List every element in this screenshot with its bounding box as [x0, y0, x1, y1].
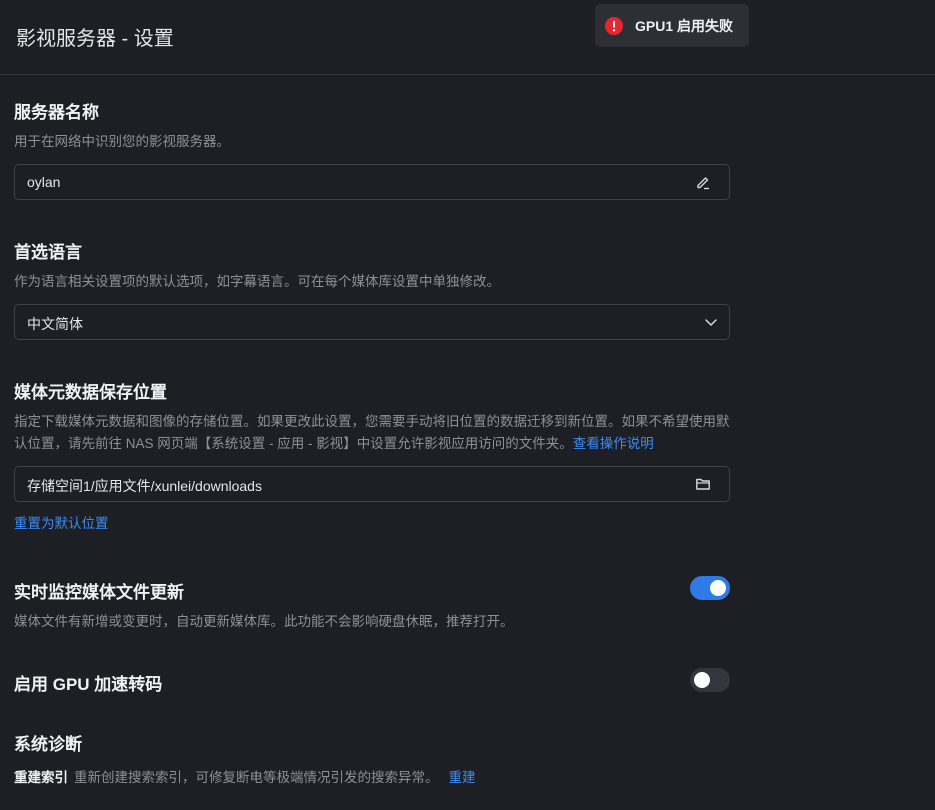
realtime-monitor-description: 媒体文件有新增或变更时，自动更新媒体库。此功能不会影响硬盘休眠，推荐打开。 [14, 614, 514, 629]
error-icon [605, 16, 623, 35]
metadata-path-value: 存储空间1/应用文件/xunlei/downloads [27, 478, 262, 494]
metadata-location-title: 媒体元数据保存位置 [14, 383, 167, 402]
help-link[interactable]: 查看操作说明 [573, 436, 654, 451]
edit-icon[interactable] [695, 174, 711, 190]
toggle-knob [694, 672, 710, 688]
rebuild-index-label: 重建索引 [14, 770, 68, 785]
chevron-down-icon [705, 319, 717, 326]
reset-default-location-link[interactable]: 重置为默认位置 [14, 512, 109, 532]
gpu-transcode-toggle[interactable] [690, 668, 730, 692]
metadata-location-description: 指定下载媒体元数据和图像的存储位置。如果更改此设置，您需要手动将旧位置的数据迁移… [14, 411, 730, 455]
language-selected-value: 中文简体 [27, 316, 83, 332]
server-name-input[interactable] [27, 174, 667, 190]
folder-icon[interactable] [695, 476, 711, 492]
language-select[interactable]: 中文简体 [14, 304, 730, 340]
server-name-title: 服务器名称 [14, 103, 99, 122]
diagnostics-title: 系统诊断 [14, 735, 82, 754]
rebuild-index-description: 重新创建搜索索引，可修复断电等极端情况引发的搜索异常。 [74, 770, 439, 785]
realtime-monitor-toggle[interactable] [690, 576, 730, 600]
error-toast: GPU1 启用失败 [595, 4, 749, 47]
page-title: 影视服务器 - 设置 [16, 28, 174, 50]
toast-message: GPU1 启用失败 [635, 17, 734, 34]
metadata-path-field[interactable]: 存储空间1/应用文件/xunlei/downloads [14, 466, 730, 502]
realtime-monitor-title: 实时监控媒体文件更新 [14, 583, 184, 602]
gpu-transcode-title: 启用 GPU 加速转码 [14, 675, 163, 694]
language-title: 首选语言 [14, 243, 82, 262]
language-description: 作为语言相关设置项的默认选项，如字幕语言。可在每个媒体库设置中单独修改。 [14, 274, 500, 289]
rebuild-index-row: 重建索引 重新创建搜索索引，可修复断电等极端情况引发的搜索异常。 重建 [14, 766, 476, 786]
toggle-knob [710, 580, 726, 596]
server-name-description: 用于在网络中识别您的影视服务器。 [14, 134, 230, 149]
settings-header: 影视服务器 - 设置 [0, 0, 935, 75]
rebuild-index-button[interactable]: 重建 [449, 770, 476, 785]
server-name-field[interactable] [14, 164, 730, 200]
